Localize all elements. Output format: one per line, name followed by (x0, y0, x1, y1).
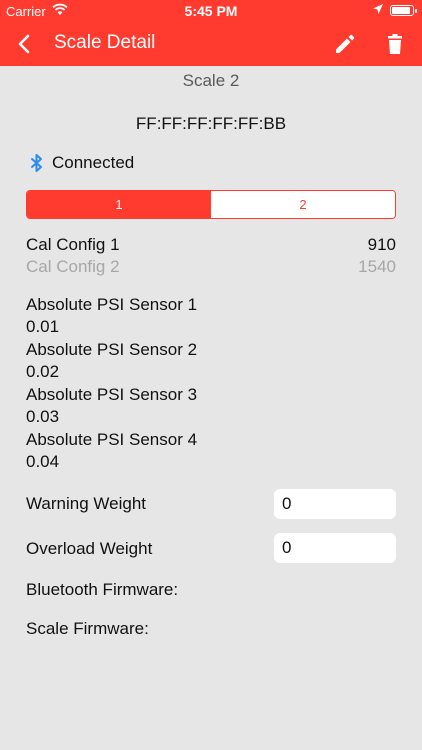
segment-1[interactable]: 1 (27, 191, 211, 218)
bluetooth-firmware-label: Bluetooth Firmware: (26, 580, 179, 599)
back-button[interactable] (10, 30, 40, 58)
status-bar: Carrier 5:45 PM (0, 0, 422, 22)
cal-config-2-value: 1540 (358, 257, 396, 276)
nav-bar: Scale Detail (0, 22, 422, 66)
overload-weight-input[interactable] (274, 533, 396, 563)
sensor-2-value: 0.02 (26, 362, 60, 381)
sensor-3-label: Absolute PSI Sensor 3 (26, 385, 198, 404)
overload-weight-label: Overload Weight (26, 539, 153, 558)
sensor-4-value: 0.04 (26, 452, 60, 471)
cal-config-1-value: 910 (367, 235, 396, 254)
location-arrow-icon (372, 3, 384, 19)
warning-weight-label: Warning Weight (26, 494, 146, 513)
delete-button[interactable] (382, 31, 408, 57)
battery-icon (390, 5, 417, 16)
cal-config-1-label: Cal Config 1 (26, 235, 120, 254)
mac-address: FF:FF:FF:FF:FF:BB (135, 114, 287, 133)
pencil-icon (336, 34, 355, 53)
sensor-1-value: 0.01 (26, 317, 60, 336)
page-title: Scale Detail (54, 32, 156, 53)
connection-label: Connected (52, 153, 135, 172)
sensor-3-value: 0.03 (26, 407, 60, 426)
bluetooth-icon (26, 152, 48, 174)
segment-2[interactable]: 2 (211, 191, 395, 218)
scale-firmware-label: Scale Firmware: (26, 619, 149, 638)
scale-segmented-control: 1 2 (26, 190, 396, 219)
warning-weight-input[interactable] (274, 489, 396, 519)
chevron-left-icon (18, 34, 30, 54)
cal-config-2-label: Cal Config 2 (26, 257, 120, 276)
sensor-2-label: Absolute PSI Sensor 2 (26, 340, 198, 359)
trash-icon (388, 34, 402, 54)
sensor-4-label: Absolute PSI Sensor 4 (26, 430, 198, 449)
status-time: 5:45 PM (184, 3, 238, 19)
scale-name: Scale 2 (182, 71, 240, 90)
sensor-1-label: Absolute PSI Sensor 1 (26, 295, 198, 314)
edit-button[interactable] (332, 31, 358, 57)
